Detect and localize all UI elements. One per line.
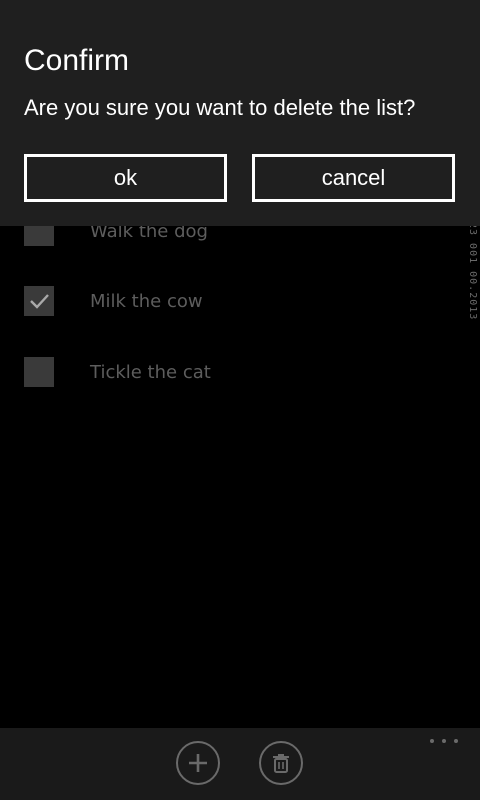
checkbox[interactable] bbox=[24, 357, 54, 387]
more-ellipsis-icon[interactable] bbox=[430, 736, 458, 746]
ok-button[interactable]: ok bbox=[24, 154, 227, 202]
checkmark-icon bbox=[30, 294, 49, 309]
dot bbox=[430, 739, 434, 743]
confirm-dialog: Confirm Are you sure you want to delete … bbox=[0, 0, 480, 226]
screen: Walk the dog Milk the cow Tickle the cat… bbox=[0, 0, 480, 800]
dialog-title: Confirm bbox=[24, 44, 130, 77]
plus-icon bbox=[189, 754, 207, 772]
trash-icon bbox=[273, 754, 289, 773]
add-button[interactable] bbox=[176, 741, 220, 785]
list-item[interactable]: Milk the cow bbox=[24, 284, 203, 318]
delete-button[interactable] bbox=[259, 741, 303, 785]
cancel-button[interactable]: cancel bbox=[252, 154, 455, 202]
list-item[interactable]: Tickle the cat bbox=[24, 355, 211, 389]
dot bbox=[454, 739, 458, 743]
vertical-side-text: 23 001 00.2013 bbox=[467, 222, 478, 321]
checkbox[interactable] bbox=[24, 286, 54, 316]
dot bbox=[442, 739, 446, 743]
list-item-label: Tickle the cat bbox=[90, 361, 211, 383]
dialog-message: Are you sure you want to delete the list… bbox=[24, 95, 416, 120]
list-item-label: Milk the cow bbox=[90, 290, 203, 312]
application-bar bbox=[0, 728, 480, 800]
